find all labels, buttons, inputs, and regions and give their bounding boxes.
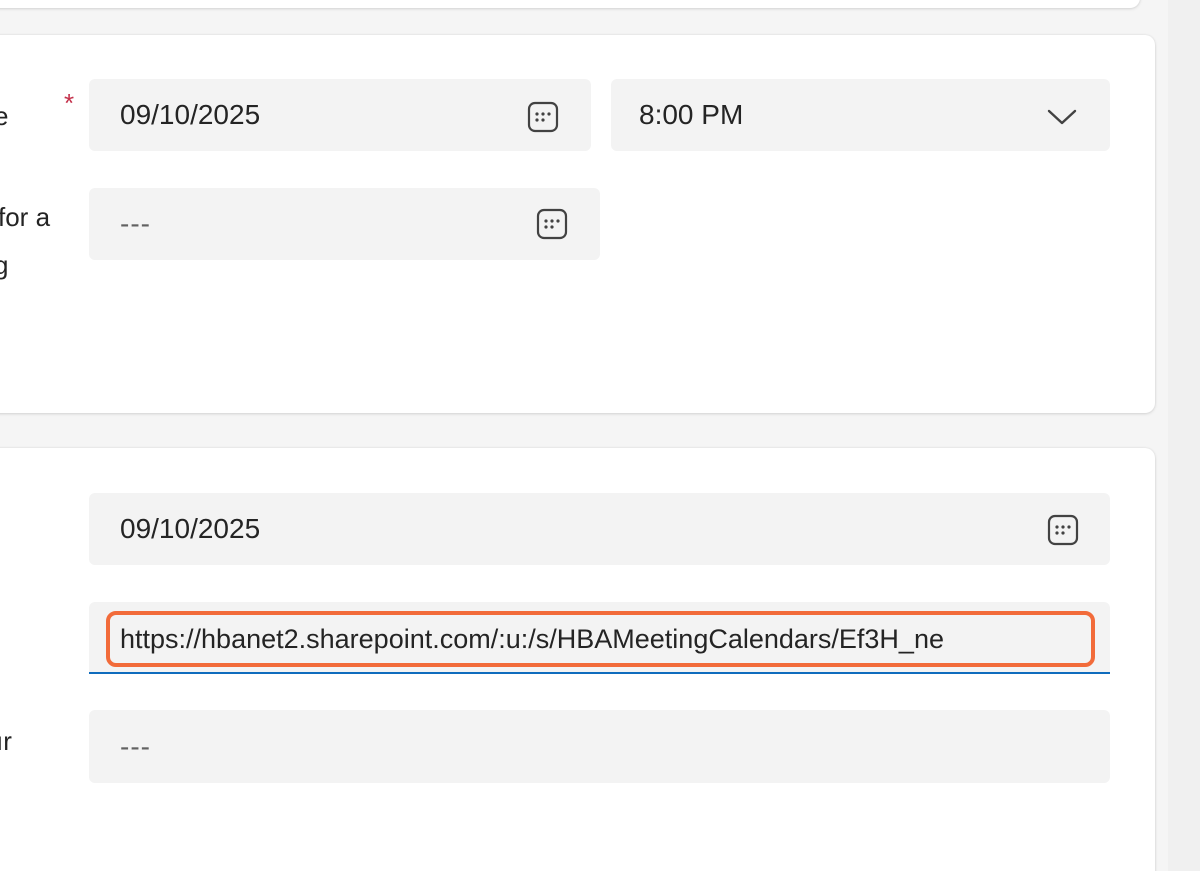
calendar-icon[interactable] — [526, 100, 560, 134]
chevron-down-icon[interactable] — [1044, 104, 1080, 130]
link-highlight: https://hbanet2.sharepoint.com/:u:/s/HBA… — [106, 611, 1095, 667]
published-date-value: 09/10/2025 — [120, 513, 261, 544]
date-time-label: e — [0, 101, 9, 131]
previous-card — [0, 0, 1140, 8]
second-date-value: --- — [120, 208, 151, 239]
published-date-input[interactable]: 09/10/2025 — [89, 493, 1110, 565]
start-date-input[interactable]: 09/10/2025 — [89, 79, 591, 151]
form-page: e * 09/10/2025 8:00 PM for a g --- 09/10… — [0, 0, 1200, 871]
start-time-select[interactable]: 8:00 PM — [611, 79, 1110, 151]
calendar-icon[interactable] — [1046, 513, 1080, 547]
third-text-input[interactable]: --- — [89, 710, 1110, 783]
link-input[interactable]: https://hbanet2.sharepoint.com/:u:/s/HBA… — [89, 602, 1110, 674]
required-asterisk: * — [64, 88, 75, 118]
second-date-label-line1: for a — [0, 202, 51, 232]
start-time-value: 8:00 PM — [639, 99, 744, 130]
link-value: https://hbanet2.sharepoint.com/:u:/s/HBA… — [120, 623, 944, 654]
start-date-value: 09/10/2025 — [120, 99, 261, 130]
scroll-gutter — [1168, 0, 1200, 871]
second-date-label-line2: g — [0, 250, 9, 280]
third-field-value: --- — [120, 730, 151, 762]
calendar-icon[interactable] — [535, 207, 569, 241]
third-field-label: ır — [0, 726, 12, 756]
second-date-input[interactable]: --- — [89, 188, 600, 260]
